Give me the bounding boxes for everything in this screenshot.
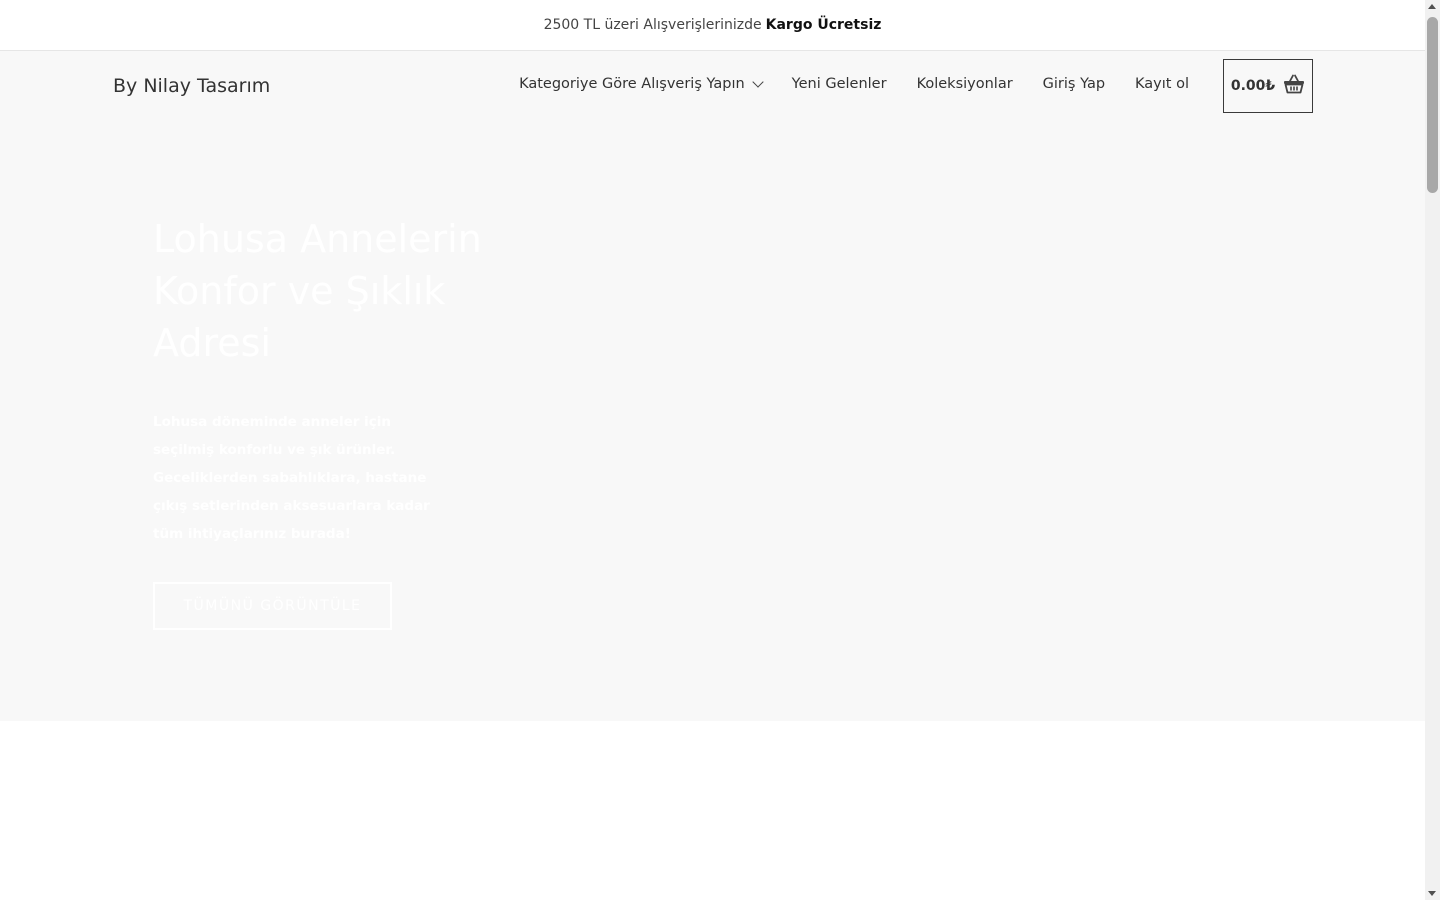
site-header: By Nilay Tasarım Kategoriye Göre Alışver… <box>0 51 1425 121</box>
chevron-down-icon <box>752 76 764 88</box>
promo-text: 2500 TL üzeri Alışverişlerinizde <box>543 17 762 33</box>
scroll-up-arrow-icon[interactable] <box>1428 4 1436 9</box>
scrollbar-thumb[interactable] <box>1427 17 1438 193</box>
hero-title: Lohusa Annelerin Konfor ve Şıklık Adresi <box>153 217 482 365</box>
page-scrollbar[interactable] <box>1425 0 1440 900</box>
cart-button[interactable]: 0.00₺ <box>1223 59 1313 113</box>
nav-item-login[interactable]: Giriş Yap <box>1043 76 1105 92</box>
nav-item-label: Koleksiyonlar <box>916 76 1013 92</box>
cart-total: 0.00₺ <box>1230 78 1276 94</box>
promo-highlight: Kargo Ücretsiz <box>765 17 882 33</box>
nav-item-label: Yeni Gelenler <box>791 76 887 92</box>
nav-item-label: Giriş Yap <box>1042 76 1106 92</box>
nav-item-shop-by-category[interactable]: Kategoriye Göre Alışveriş Yapın <box>519 76 764 92</box>
nav-item-register[interactable]: Kayıt ol <box>1135 76 1189 92</box>
site-logo[interactable]: By Nilay Tasarım <box>113 75 270 97</box>
nav-item-label: Kayıt ol <box>1135 76 1189 92</box>
basket-icon <box>1283 74 1305 98</box>
hero-description: Lohusa döneminde anneler için seçilmiş k… <box>153 414 430 542</box>
promo-bar: 2500 TL üzeri Alışverişlerinizde Kargo Ü… <box>0 0 1425 51</box>
scroll-down-arrow-icon[interactable] <box>1428 891 1436 896</box>
view-all-button[interactable]: TÜMÜNÜ GÖRÜNTÜLE <box>153 582 392 630</box>
nav-item-label: Kategoriye Göre Alışveriş Yapın <box>519 76 745 92</box>
nav-item-collections[interactable]: Koleksiyonlar <box>917 76 1013 92</box>
nav-item-new-arrivals[interactable]: Yeni Gelenler <box>792 76 887 92</box>
main-nav: Kategoriye Göre Alışveriş Yapın Yeni Gel… <box>519 76 1189 92</box>
hero-section: Lohusa Annelerin Konfor ve Şıklık Adresi… <box>0 121 1425 721</box>
